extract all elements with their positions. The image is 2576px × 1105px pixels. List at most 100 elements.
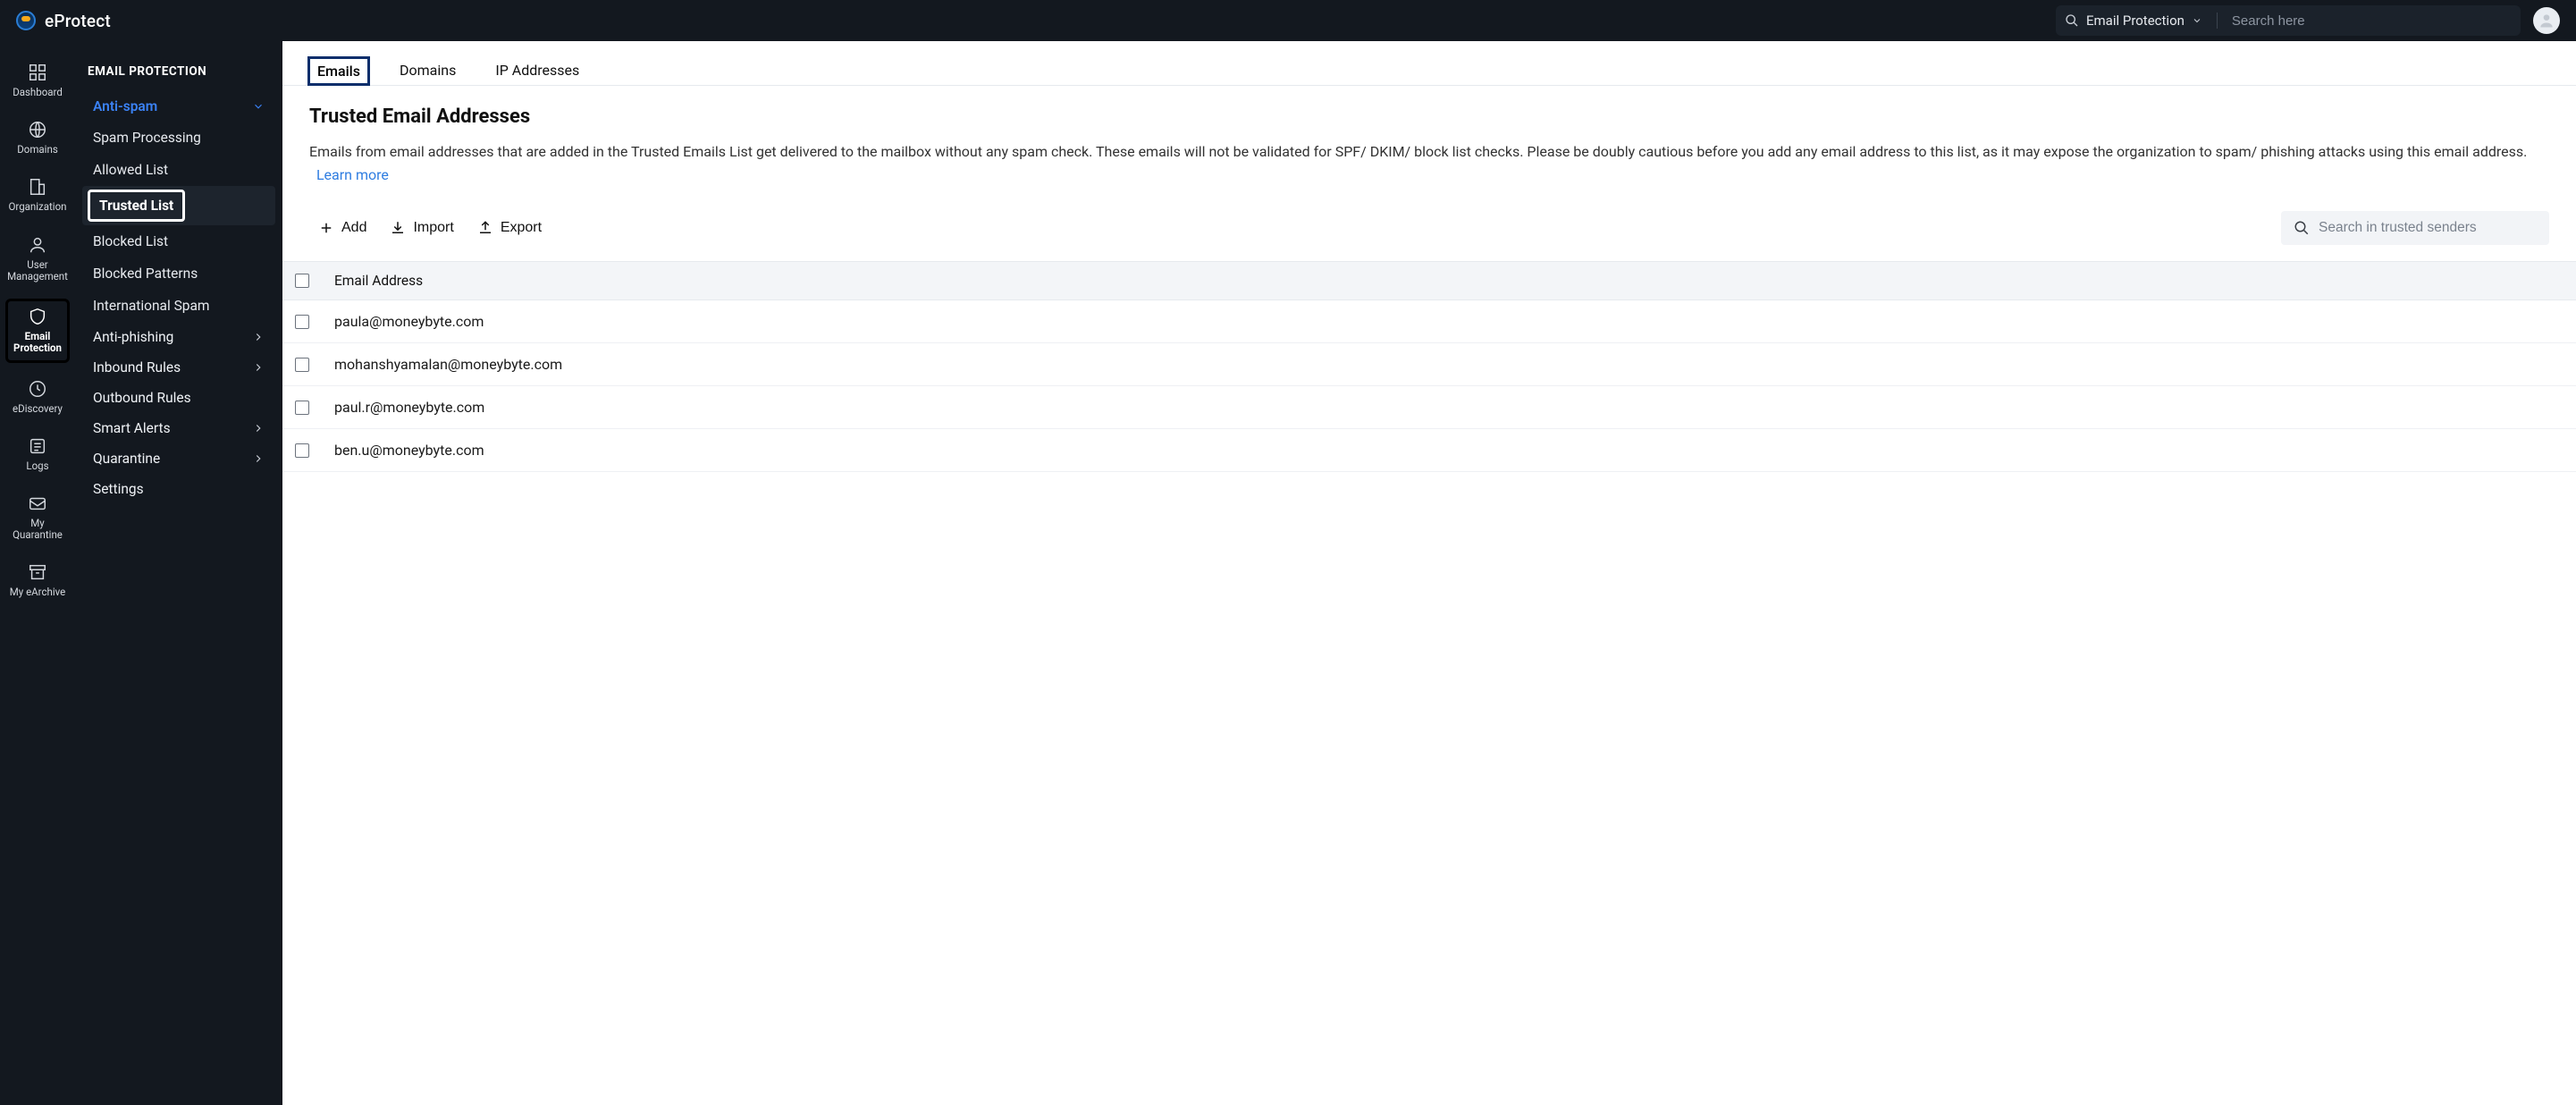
search-icon [2065,13,2079,28]
sidebar-item-trusted-list-container[interactable]: Trusted List [82,186,275,225]
row-checkbox[interactable] [295,401,309,415]
sidebar-item-label: Outbound Rules [93,390,191,406]
rail-item-dashboard[interactable]: Dashboard [5,57,70,104]
import-icon [390,220,406,236]
trusted-senders-table: Email Address paula@moneybyte.com mohans… [282,261,2576,472]
chevron-down-icon [2192,15,2202,26]
table-row[interactable]: ben.u@moneybyte.com [282,429,2576,472]
table-row[interactable]: paula@moneybyte.com [282,300,2576,343]
add-button[interactable]: Add [318,220,366,236]
divider [2217,13,2218,29]
quarantine-icon [28,493,47,513]
shield-icon [28,307,47,326]
rail-label: Email Protection [13,331,62,354]
sidebar-item-spam-processing[interactable]: Spam Processing [82,122,275,154]
sidebar-item-international-spam[interactable]: International Spam [82,290,275,322]
plus-icon [318,220,334,236]
table-row[interactable]: mohanshyamalan@moneybyte.com [282,343,2576,386]
scope-dropdown[interactable]: Email Protection [2065,13,2202,29]
building-icon [28,177,47,197]
rail-item-logs[interactable]: Logs [5,431,70,477]
chevron-down-icon [252,100,265,113]
sub-sidebar: EMAIL PROTECTION Anti-spam Spam Processi… [75,41,282,1105]
rail-label: My Quarantine [13,518,63,541]
rail-item-my-quarantine[interactable]: My Quarantine [5,488,70,546]
sidebar-item-anti-phishing[interactable]: Anti-phishing [82,322,275,352]
rail-item-my-earchive[interactable]: My eArchive [5,557,70,603]
table-search [2281,211,2549,245]
tab-ip-addresses[interactable]: IP Addresses [485,55,589,85]
sidebar-item-outbound-rules[interactable]: Outbound Rules [82,383,275,413]
export-icon [477,220,493,236]
user-icon [2538,12,2555,30]
main-content: Emails Domains IP Addresses Trusted Emai… [282,41,2576,1105]
rail-item-organization[interactable]: Organization [5,172,70,218]
rail-item-user-management[interactable]: User Management [5,230,70,288]
scope-label: Email Protection [2086,13,2185,29]
tab-domains[interactable]: Domains [390,55,466,85]
row-checkbox[interactable] [295,358,309,372]
sidebar-item-label: Smart Alerts [93,420,171,436]
add-label: Add [341,220,366,236]
global-search-input[interactable] [2232,13,2512,29]
topbar: eProtect Email Protection [0,0,2576,41]
search-icon [2294,220,2310,236]
learn-more-link[interactable]: Learn more [316,166,389,183]
brand: eProtect [16,11,111,31]
sidebar-item-quarantine[interactable]: Quarantine [82,443,275,474]
sidebar-item-blocked-list[interactable]: Blocked List [82,225,275,257]
icon-rail: Dashboard Domains Organization User Mana… [0,41,75,1105]
column-header-email: Email Address [334,273,2563,289]
rail-item-domains[interactable]: Domains [5,114,70,161]
sidebar-item-label: Anti-phishing [93,329,173,345]
sidebar-item-anti-spam[interactable]: Anti-spam [82,91,275,122]
sidebar-item-label: Inbound Rules [93,359,181,375]
rail-label: Organization [9,201,67,213]
table-header-row: Email Address [282,261,2576,300]
page-description: Emails from email addresses that are add… [309,140,2549,186]
export-label: Export [501,220,542,236]
sidebar-item-inbound-rules[interactable]: Inbound Rules [82,352,275,383]
sidebar-item-blocked-patterns[interactable]: Blocked Patterns [82,257,275,290]
globe-icon [28,120,47,139]
rail-label: Logs [26,460,48,472]
sidebar-item-label: Quarantine [93,451,160,467]
chevron-right-icon [252,361,265,374]
rail-label: My eArchive [10,586,65,598]
sidebar-item-settings[interactable]: Settings [82,474,275,504]
rail-item-email-protection[interactable]: Email Protection [5,299,70,362]
brand-name: eProtect [45,11,111,31]
page-title: Trusted Email Addresses [309,105,2549,128]
chevron-right-icon [252,331,265,343]
rail-label: Domains [17,144,58,156]
import-button[interactable]: Import [390,220,453,236]
row-checkbox[interactable] [295,443,309,458]
sidebar-item-allowed-list[interactable]: Allowed List [82,154,275,186]
dashboard-icon [28,63,47,82]
sub-sidebar-title: EMAIL PROTECTION [82,57,275,91]
table-row[interactable]: paul.r@moneybyte.com [282,386,2576,429]
import-label: Import [413,220,453,236]
rail-item-ediscovery[interactable]: eDiscovery [5,374,70,420]
archive-icon [28,562,47,582]
ediscovery-icon [28,379,47,399]
select-all-checkbox[interactable] [295,274,309,288]
logs-icon [28,436,47,456]
tab-emails[interactable]: Emails [307,56,370,86]
avatar[interactable] [2533,7,2560,34]
export-button[interactable]: Export [477,220,542,236]
brand-logo-icon [16,11,36,30]
table-search-input[interactable] [2319,220,2537,236]
sidebar-item-trusted-list: Trusted List [88,190,185,222]
chevron-right-icon [252,422,265,434]
chevron-right-icon [252,452,265,465]
cell-email: paul.r@moneybyte.com [334,399,2563,416]
page-description-text: Emails from email addresses that are add… [309,143,2527,160]
tabs: Emails Domains IP Addresses [282,41,2576,86]
sidebar-item-smart-alerts[interactable]: Smart Alerts [82,413,275,443]
row-checkbox[interactable] [295,315,309,329]
sidebar-item-label: Settings [93,481,144,497]
scope-selector: Email Protection [2056,5,2521,36]
rail-label: Dashboard [13,87,63,98]
cell-email: mohanshyamalan@moneybyte.com [334,356,2563,373]
